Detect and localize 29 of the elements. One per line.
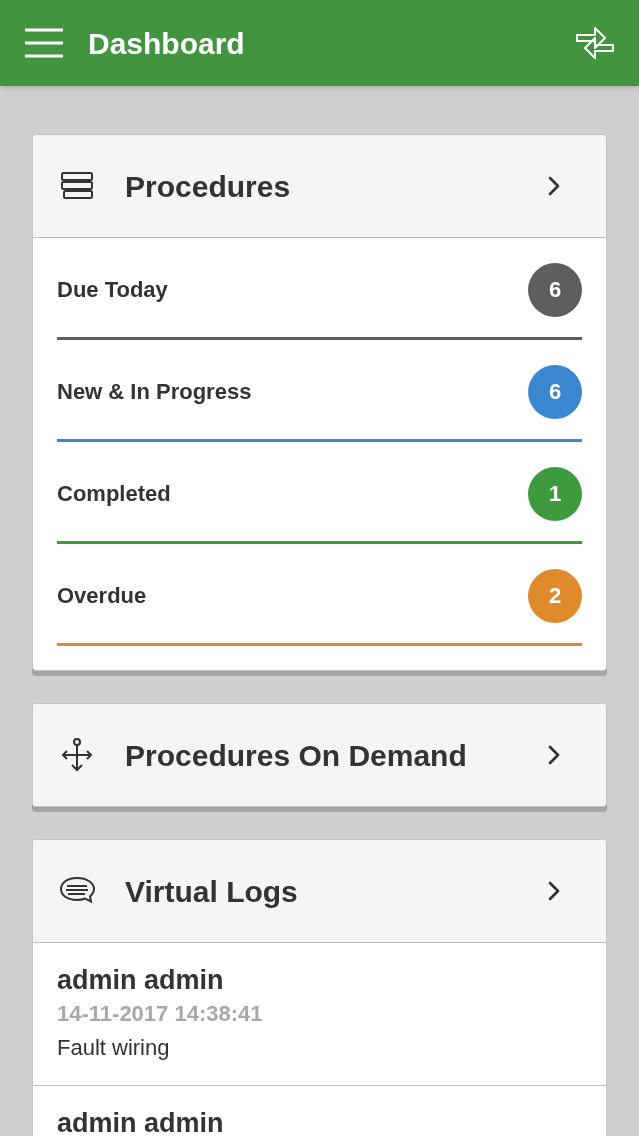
log-entry[interactable]: admin admin	[33, 1086, 606, 1136]
status-label: New & In Progress	[57, 378, 252, 406]
card-header[interactable]: Procedures On Demand	[33, 704, 606, 806]
status-label: Overdue	[57, 582, 147, 610]
card-title: Procedures On Demand	[125, 737, 468, 774]
count-badge: 2	[528, 568, 582, 623]
status-row[interactable]: Overdue 2	[57, 544, 582, 646]
log-message: Fault wiring	[57, 1034, 171, 1062]
status-label: Due Today	[57, 276, 168, 304]
log-author: admin admin	[57, 964, 225, 997]
stacked-layers-icon	[59, 171, 95, 201]
count-badge: 6	[528, 364, 582, 419]
status-row[interactable]: New & In Progress 6	[57, 340, 582, 442]
log-entry[interactable]: admin admin 14-11-2017 14:38:41 Fault wiring	[33, 943, 606, 1086]
count-badge: 1	[528, 466, 582, 521]
count-badge: 6	[528, 262, 582, 317]
card-header[interactable]: Virtual Logs	[33, 840, 606, 942]
log-author: admin admin	[57, 1107, 225, 1136]
log-timestamp: 14-11-2017 14:38:41	[57, 1000, 264, 1028]
card-header[interactable]: Procedures	[33, 135, 606, 237]
status-label: Completed	[57, 480, 171, 508]
swap-arrows-icon[interactable]	[575, 25, 615, 61]
status-row[interactable]: Completed 1	[57, 442, 582, 544]
app-bar-title: Dashboard	[88, 25, 246, 62]
anchor-arrows-icon	[59, 737, 95, 773]
status-row[interactable]: Due Today 6	[57, 238, 582, 340]
card-title: Procedures	[125, 168, 292, 205]
card-title: Virtual Logs	[125, 873, 299, 910]
menu-icon[interactable]	[24, 28, 64, 58]
